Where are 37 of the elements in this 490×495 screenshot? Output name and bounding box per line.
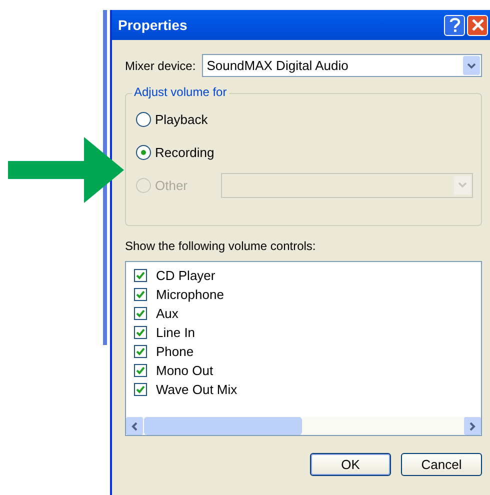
checkbox[interactable] xyxy=(134,269,147,282)
checkbox[interactable] xyxy=(134,288,147,301)
control-label: Wave Out Mix xyxy=(156,382,238,397)
radio-button[interactable] xyxy=(136,144,151,160)
caret-icon xyxy=(458,182,467,188)
help-icon xyxy=(448,17,462,33)
checkbox[interactable] xyxy=(134,307,147,320)
radio-label: Playback xyxy=(155,112,208,126)
horizontal-scrollbar[interactable] xyxy=(126,417,481,435)
mixer-device-dropdown[interactable]: SoundMAX Digital Audio xyxy=(202,54,482,77)
group-title: Adjust volume for xyxy=(132,85,229,99)
arrow-icon xyxy=(8,137,124,203)
list-label: Show the following volume controls: xyxy=(125,239,317,253)
ok-button[interactable]: OK xyxy=(310,453,391,476)
control-label: Microphone xyxy=(156,287,224,302)
caret-icon xyxy=(467,62,476,68)
control-label: Phone xyxy=(156,344,194,359)
mixer-device-label: Mixer device: xyxy=(125,58,196,72)
scroll-thumb[interactable] xyxy=(144,417,302,435)
radio-label: Recording xyxy=(155,144,214,160)
cancel-button[interactable]: Cancel xyxy=(401,453,482,476)
checkbox[interactable] xyxy=(134,326,147,339)
radio-label: Other xyxy=(155,178,188,192)
control-label: Aux xyxy=(156,306,178,321)
help-button[interactable] xyxy=(444,14,465,36)
control-label: Mono Out xyxy=(156,363,214,378)
control-label: Line In xyxy=(156,325,196,340)
checkbox[interactable] xyxy=(134,364,147,377)
checkbox[interactable] xyxy=(134,345,147,358)
control-label: CD Player xyxy=(156,268,216,283)
checkbox[interactable] xyxy=(134,383,147,396)
window-title: Properties xyxy=(118,17,188,33)
scroll-left-button[interactable] xyxy=(126,417,143,435)
scroll-right-button[interactable] xyxy=(464,417,481,435)
close-icon xyxy=(470,18,484,32)
close-button[interactable] xyxy=(467,14,488,36)
radio-button[interactable] xyxy=(136,112,151,126)
